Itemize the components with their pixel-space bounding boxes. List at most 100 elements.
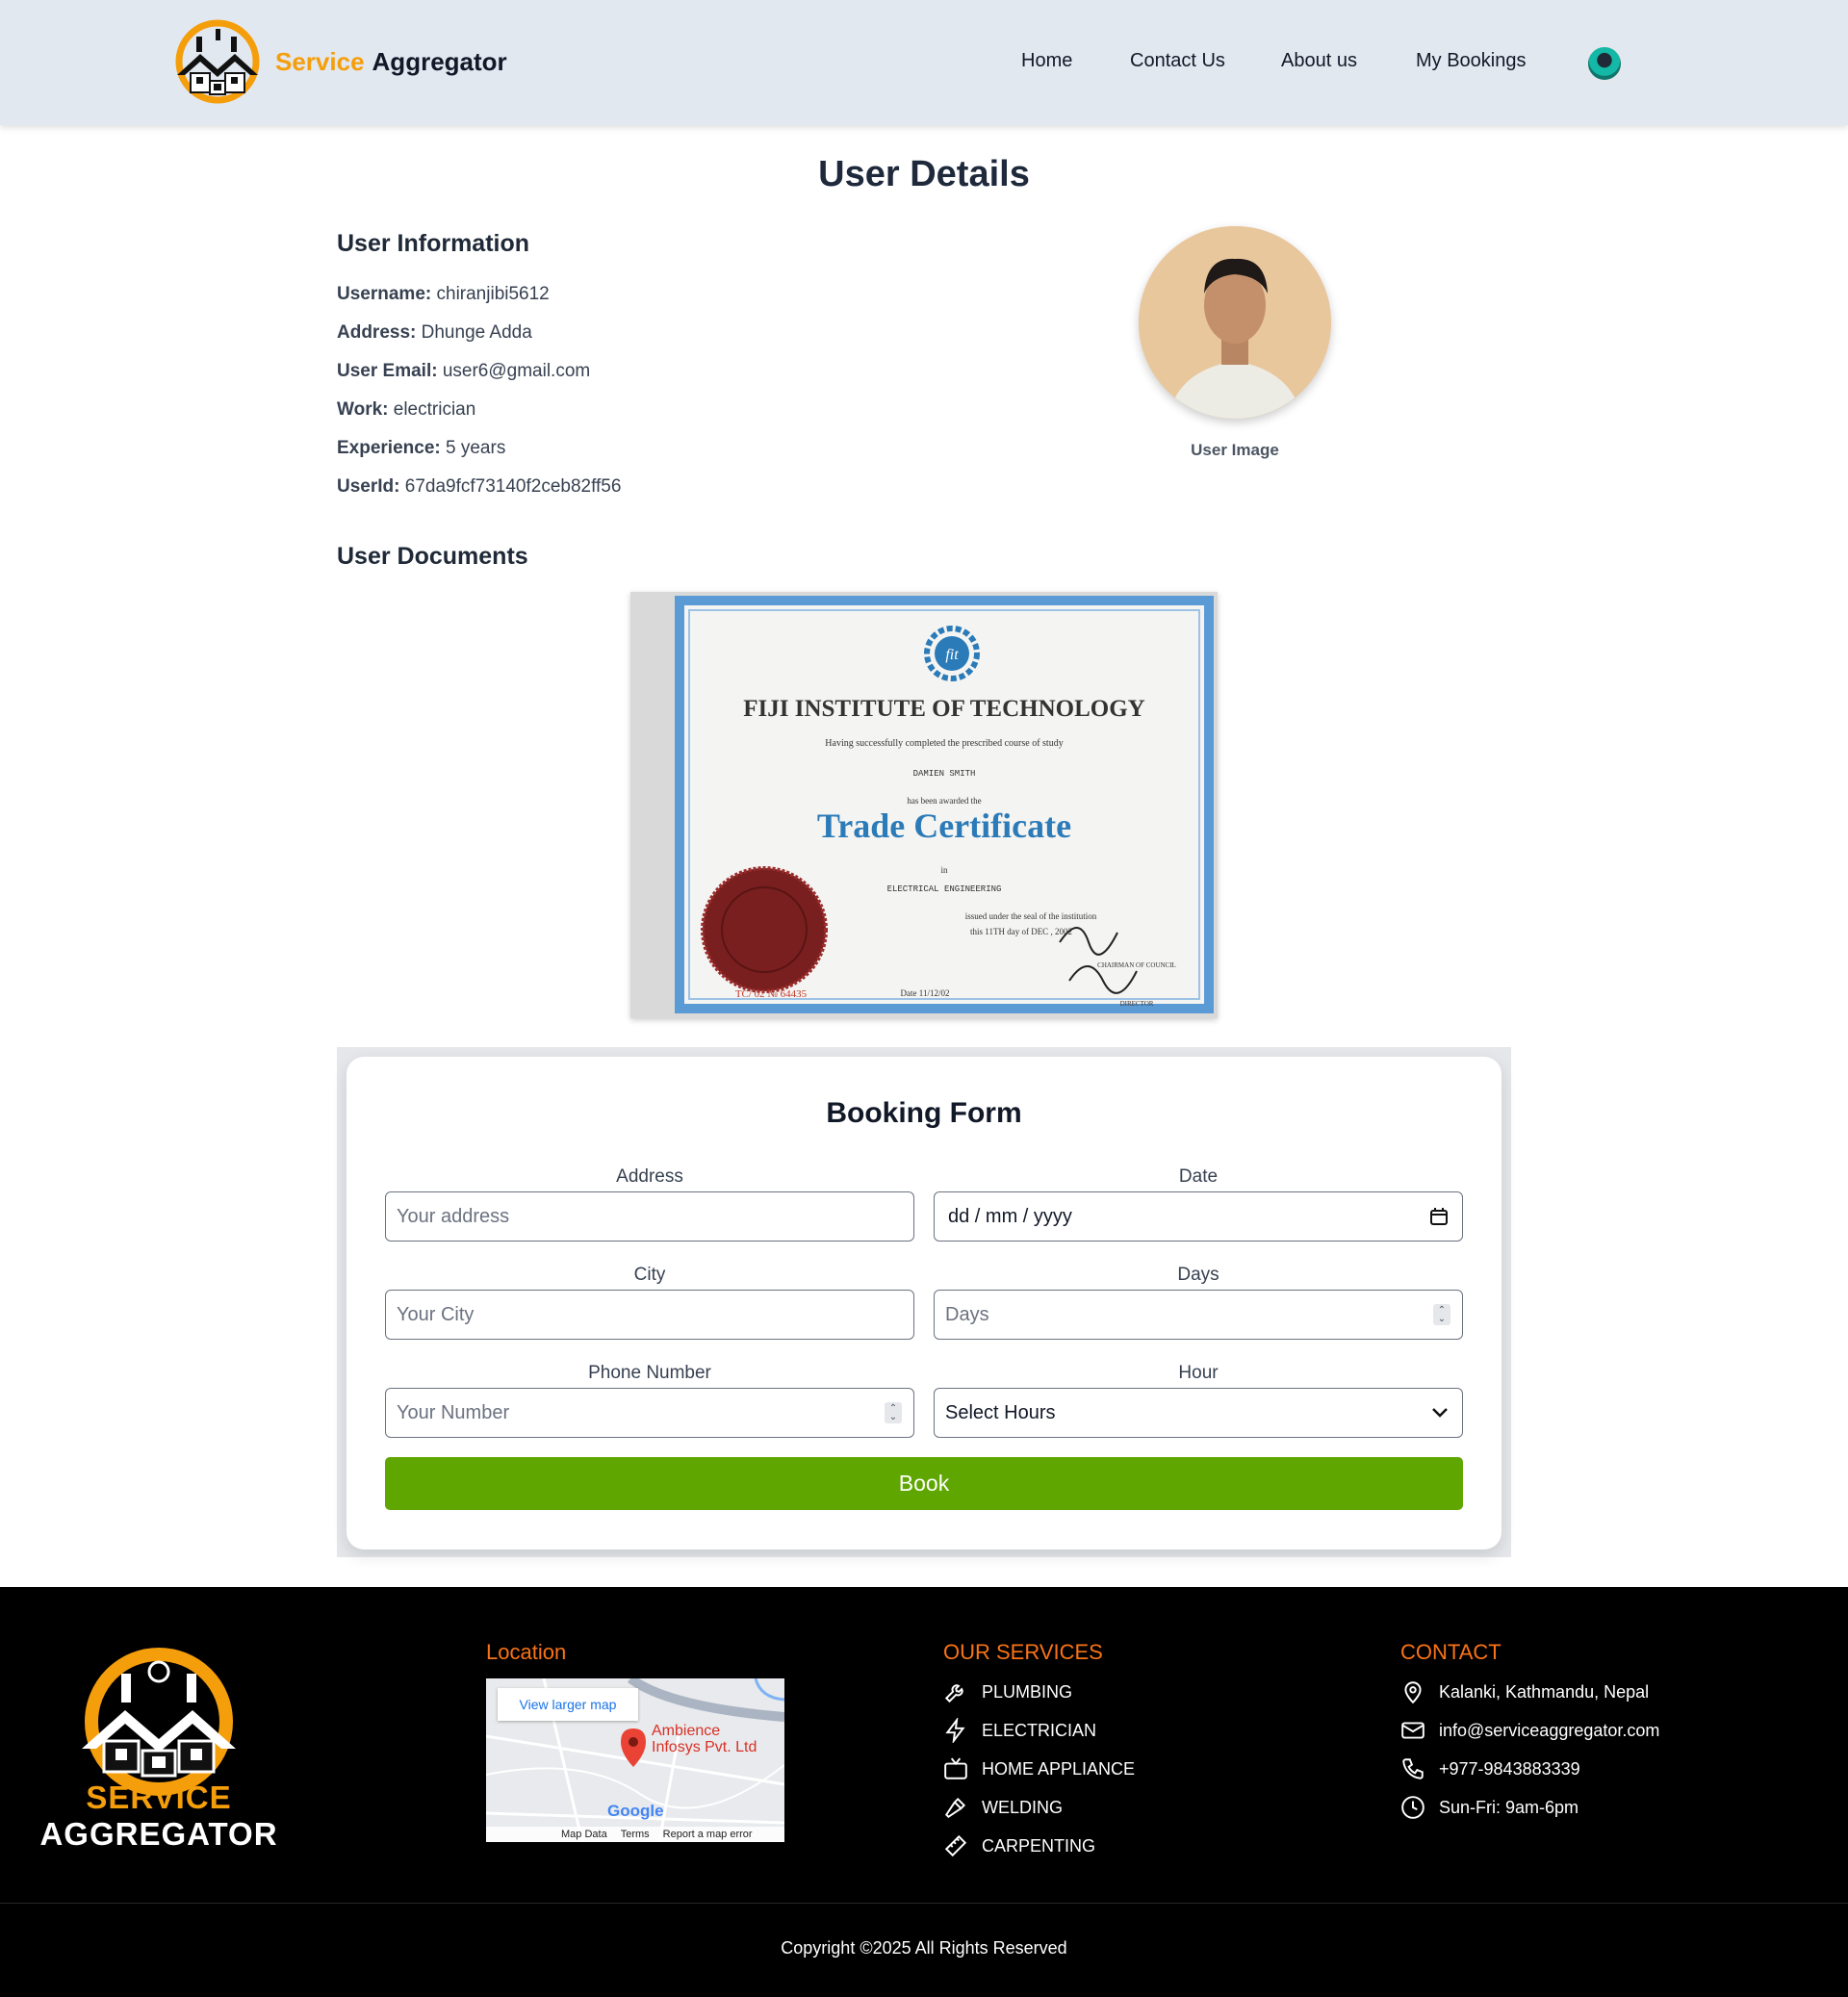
map-report-link[interactable]: Report a map error bbox=[663, 1829, 753, 1840]
user-documents-heading: User Documents bbox=[337, 543, 528, 570]
hour-select[interactable]: Select Hours bbox=[934, 1388, 1463, 1438]
city-label: City bbox=[633, 1265, 666, 1285]
google-logo: Google bbox=[607, 1802, 664, 1820]
info-email: User Email: user6@gmail.com bbox=[337, 361, 590, 382]
hammer-icon bbox=[944, 1797, 966, 1819]
map-pin-icon bbox=[1404, 1681, 1422, 1704]
user-information-heading: User Information bbox=[337, 230, 530, 257]
tv-icon bbox=[944, 1757, 967, 1779]
nav-my-bookings[interactable]: My Bookings bbox=[1416, 50, 1527, 72]
map-place-line2: Infosys Pvt. Ltd bbox=[652, 1739, 757, 1755]
map-place-line1: Ambience bbox=[652, 1723, 721, 1739]
days-placeholder: Days bbox=[945, 1303, 989, 1325]
service-home-appliance[interactable]: HOME APPLIANCE bbox=[943, 1756, 1135, 1781]
calendar-icon[interactable] bbox=[1429, 1207, 1449, 1226]
certificate-title: Trade Certificate bbox=[816, 806, 1072, 845]
contact-address: Kalanki, Kathmandu, Nepal bbox=[1400, 1679, 1649, 1704]
chevron-down-icon bbox=[1432, 1408, 1448, 1418]
info-address: Address: Dhunge Adda bbox=[337, 322, 532, 344]
map-data-link[interactable]: Map Data bbox=[561, 1829, 607, 1840]
service-welding[interactable]: WELDING bbox=[943, 1795, 1063, 1820]
contact-hours: Sun-Fri: 9am-6pm bbox=[1400, 1795, 1578, 1820]
certificate-frame: fit FIJI INSTITUTE OF TECHNOLOGY Having … bbox=[675, 596, 1214, 1013]
certificate-institute: FIJI INSTITUTE OF TECHNOLOGY bbox=[743, 696, 1145, 722]
map-attribution-bar: Map Data Terms Report a map error bbox=[486, 1827, 784, 1842]
page-title: User Details bbox=[818, 154, 1030, 194]
info-value: user6@gmail.com bbox=[442, 361, 591, 381]
certificate-line2: has been awarded the bbox=[907, 796, 982, 806]
info-experience: Experience: 5 years bbox=[337, 438, 505, 459]
location-heading: Location bbox=[486, 1640, 567, 1664]
user-portrait-icon bbox=[1139, 226, 1331, 419]
service-plumbing[interactable]: PLUMBING bbox=[943, 1679, 1072, 1704]
site-header: Service Aggregator Home Contact Us About … bbox=[0, 0, 1848, 125]
info-label: User Email: bbox=[337, 361, 438, 381]
city-placeholder: Your City bbox=[397, 1303, 475, 1325]
phone-icon bbox=[1402, 1758, 1424, 1779]
svg-text:fit: fit bbox=[945, 647, 959, 663]
main-nav: Home Contact Us About us My Bookings bbox=[0, 50, 1848, 79]
booking-form: Booking Form Address Your address Date d… bbox=[346, 1057, 1502, 1549]
service-label: PLUMBING bbox=[982, 1681, 1073, 1702]
info-value: 67da9fcf73140f2ceb82ff56 bbox=[404, 476, 622, 497]
info-work: Work: electrician bbox=[337, 399, 475, 421]
service-label: HOME APPLIANCE bbox=[982, 1758, 1136, 1779]
wrench-icon bbox=[944, 1684, 963, 1703]
info-username: Username: chiranjibi5612 bbox=[337, 284, 550, 305]
service-carpenting[interactable]: CARPENTING bbox=[943, 1833, 1095, 1858]
nav-home[interactable]: Home bbox=[1021, 50, 1072, 72]
address-input[interactable]: Your address bbox=[385, 1191, 914, 1242]
address-placeholder: Your address bbox=[397, 1205, 510, 1227]
map-place-label: Ambience Infosys Pvt. Ltd bbox=[652, 1723, 757, 1755]
info-value: electrician bbox=[393, 399, 476, 420]
info-value: Dhunge Adda bbox=[421, 322, 532, 343]
info-value: 5 years bbox=[446, 438, 506, 458]
institute-gear-icon: fit bbox=[924, 626, 980, 681]
nav-about-us[interactable]: About us bbox=[1281, 50, 1357, 72]
service-electrician[interactable]: ELECTRICIAN bbox=[943, 1718, 1096, 1743]
info-label: Work: bbox=[337, 399, 389, 420]
hour-selected: Select Hours bbox=[945, 1401, 1056, 1423]
contact-phone[interactable]: +977-9843883339 bbox=[1400, 1756, 1580, 1781]
certificate-line1: Having successfully completed the prescr… bbox=[825, 738, 1064, 749]
certificate-issue: this 11TH day of DEC , 2002 bbox=[970, 927, 1072, 936]
map-terms-link[interactable]: Terms bbox=[621, 1829, 650, 1840]
nav-contact-us[interactable]: Contact Us bbox=[1130, 50, 1225, 72]
contact-address-text: Kalanki, Kathmandu, Nepal bbox=[1439, 1681, 1650, 1702]
days-input[interactable]: Days ⌃ ⌄ bbox=[934, 1290, 1463, 1340]
certificate-document[interactable]: fit FIJI INSTITUTE OF TECHNOLOGY Having … bbox=[630, 592, 1218, 1018]
footer-divider bbox=[0, 1903, 1848, 1904]
address-label: Address bbox=[616, 1166, 683, 1187]
lightning-icon bbox=[945, 1718, 965, 1743]
user-image-label: User Image bbox=[1191, 441, 1279, 459]
days-label: Days bbox=[1177, 1265, 1219, 1285]
phone-label: Phone Number bbox=[588, 1363, 711, 1383]
signature-icon bbox=[1059, 927, 1138, 994]
book-button[interactable]: Book bbox=[385, 1457, 1463, 1510]
phone-input[interactable]: Your Number ⌃ ⌄ bbox=[385, 1388, 914, 1438]
info-label: Experience: bbox=[337, 438, 441, 458]
location-map[interactable]: View larger map Ambience Infosys Pvt. Lt… bbox=[486, 1678, 784, 1842]
user-image bbox=[1139, 226, 1331, 419]
footer-brand-line2: AGGREGATOR bbox=[39, 1816, 278, 1852]
date-label: Date bbox=[1178, 1166, 1219, 1187]
contact-heading: CONTACT bbox=[1400, 1640, 1502, 1664]
site-footer: SERVICE AGGREGATOR Location View larger … bbox=[0, 1587, 1848, 1997]
contact-hours-text: Sun-Fri: 9am-6pm bbox=[1439, 1797, 1579, 1817]
days-stepper-icon[interactable]: ⌃ ⌄ bbox=[1433, 1304, 1450, 1325]
service-label: CARPENTING bbox=[982, 1835, 1096, 1856]
certificate-line4: issued under the seal of the institution bbox=[964, 911, 1097, 921]
profile-avatar[interactable] bbox=[1586, 45, 1623, 82]
date-input[interactable]: dd / mm / yyyy bbox=[934, 1191, 1463, 1242]
phone-stepper-icon[interactable]: ⌃ ⌄ bbox=[885, 1402, 902, 1423]
contact-phone-text: +977-9843883339 bbox=[1439, 1758, 1580, 1779]
clock-icon bbox=[1401, 1796, 1424, 1819]
certificate-sign1: CHAIRMAN OF COUNCIL bbox=[1097, 961, 1176, 969]
info-label: Username: bbox=[337, 284, 432, 304]
contact-email[interactable]: info@serviceaggregator.com bbox=[1400, 1718, 1659, 1743]
city-input[interactable]: Your City bbox=[385, 1290, 914, 1340]
booking-form-title: Booking Form bbox=[826, 1097, 1022, 1129]
certificate-name: DAMIEN SMITH bbox=[912, 769, 976, 779]
view-larger-map-link[interactable]: View larger map bbox=[498, 1688, 638, 1721]
mail-icon bbox=[1401, 1722, 1424, 1739]
